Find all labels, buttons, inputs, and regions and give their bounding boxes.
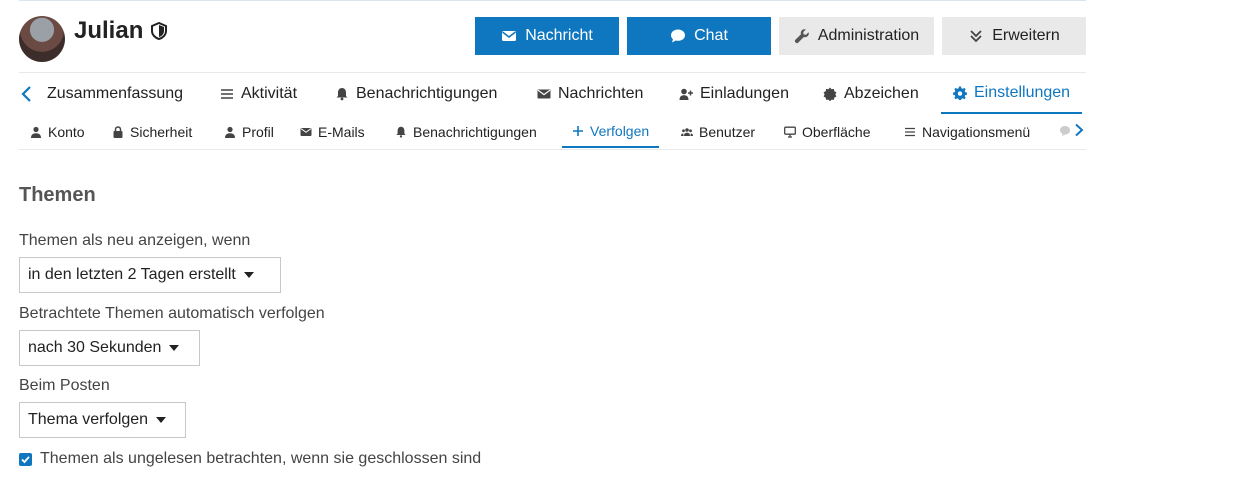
user-plus-icon [679, 88, 693, 100]
chat-button[interactable]: Chat [627, 17, 771, 55]
badge-icon [823, 87, 837, 101]
chevron-right-icon[interactable] [1073, 123, 1085, 137]
tab-invites-label: Einladungen [700, 84, 789, 102]
caret-down-icon [243, 272, 254, 278]
subtab-navigation-menu[interactable]: Navigationsmenü [904, 115, 1030, 148]
on-post-label: Beim Posten [19, 377, 110, 394]
wrench-icon [794, 29, 809, 44]
tab-messages[interactable]: Nachrichten [537, 73, 643, 114]
subtab-notifications[interactable]: Benachrichtigungen [395, 115, 537, 148]
administration-button-label: Administration [817, 27, 920, 44]
tab-notifications[interactable]: Benachrichtigungen [335, 73, 497, 114]
username: Julian [74, 17, 144, 44]
desktop-icon [784, 126, 796, 138]
chevron-left-icon[interactable] [19, 83, 35, 105]
user-icon [225, 126, 235, 138]
tab-settings-label: Einstellungen [974, 83, 1071, 101]
primary-nav: Zusammenfassung Aktivität Benachrichtigu… [19, 72, 1086, 115]
administration-button[interactable]: Administration [779, 17, 934, 55]
lock-icon [113, 125, 123, 138]
subtab-security[interactable]: Sicherheit [112, 115, 192, 148]
new-topics-value: in den letzten 2 Tagen erstellt [28, 266, 236, 283]
caret-down-icon [156, 417, 167, 423]
double-chevron-down-icon [970, 30, 982, 43]
tab-activity[interactable]: Aktivität [220, 73, 297, 114]
subtab-interface[interactable]: Oberfläche [784, 115, 870, 148]
moderator-shield-icon [151, 22, 168, 40]
user-icon [31, 126, 41, 138]
subtab-tracking[interactable]: Verfolgen [562, 115, 660, 148]
users-icon [681, 127, 693, 136]
plus-icon [573, 125, 583, 136]
subtab-navigation-menu-label: Navigationsmenü [922, 123, 1031, 140]
secondary-nav: Konto Sicherheit Profil E-Mails Benachri… [19, 115, 1086, 150]
list-icon [905, 127, 915, 136]
tab-badges-label: Abzeichen [844, 84, 919, 102]
subtab-account-label: Konto [48, 123, 85, 140]
subtab-tracking-label: Verfolgen [590, 122, 650, 139]
subtab-profile-label: Profil [242, 123, 274, 140]
new-topics-select[interactable]: in den letzten 2 Tagen erstellt [19, 257, 281, 293]
checkmark-icon [21, 455, 30, 463]
subtab-security-label: Sicherheit [130, 123, 193, 140]
bell-icon [396, 126, 406, 138]
closed-unread-label: Themen als ungelesen betrachten, wenn si… [40, 450, 482, 467]
tab-notifications-label: Benachrichtigungen [356, 84, 498, 102]
avatar[interactable] [19, 16, 65, 62]
tab-invites[interactable]: Einladungen [679, 73, 789, 114]
closed-unread-checkbox[interactable] [19, 452, 32, 466]
subtab-notifications-label: Benachrichtigungen [413, 123, 537, 140]
tab-settings[interactable]: Einstellungen [941, 73, 1083, 114]
subtab-profile[interactable]: Profil [224, 115, 274, 148]
tab-activity-label: Aktivität [241, 84, 298, 102]
on-post-value: Thema verfolgen [28, 411, 149, 428]
subtab-account[interactable]: Konto [30, 115, 85, 148]
chat-button-label: Chat [694, 27, 728, 44]
tab-messages-label: Nachrichten [558, 84, 644, 102]
chat-bubble-icon [1060, 126, 1070, 136]
username-heading: Julian [74, 17, 168, 45]
tab-summary[interactable]: Zusammenfassung [47, 73, 183, 114]
top-divider [19, 0, 1086, 1]
auto-track-value: nach 30 Sekunden [28, 339, 162, 356]
on-post-select[interactable]: Thema verfolgen [19, 402, 186, 438]
gear-icon [953, 86, 967, 100]
subtab-users[interactable]: Benutzer [681, 115, 755, 148]
closed-unread-option: Themen als ungelesen betrachten, wenn si… [19, 450, 481, 468]
envelope-icon [502, 31, 517, 41]
list-icon [221, 88, 233, 99]
bell-icon [336, 87, 348, 100]
section-title: Themen [19, 184, 96, 206]
caret-down-icon [169, 345, 180, 351]
tab-summary-label: Zusammenfassung [47, 84, 184, 102]
message-button[interactable]: Nachricht [475, 17, 619, 55]
chat-bubble-icon [671, 29, 686, 43]
envelope-icon [300, 127, 312, 136]
subtab-interface-label: Oberfläche [802, 123, 871, 140]
tab-badges[interactable]: Abzeichen [823, 73, 919, 114]
auto-track-label: Betrachtete Themen automatisch verfolgen [19, 305, 325, 322]
subtab-emails[interactable]: E-Mails [300, 115, 365, 148]
expand-button[interactable]: Erweitern [942, 17, 1086, 55]
subtab-emails-label: E-Mails [318, 123, 365, 140]
envelope-icon [537, 89, 551, 98]
expand-button-label: Erweitern [992, 27, 1060, 44]
auto-track-select[interactable]: nach 30 Sekunden [19, 330, 200, 366]
message-button-label: Nachricht [525, 27, 593, 44]
new-topics-label: Themen als neu anzeigen, wenn [19, 232, 251, 249]
subtab-users-label: Benutzer [699, 123, 756, 140]
